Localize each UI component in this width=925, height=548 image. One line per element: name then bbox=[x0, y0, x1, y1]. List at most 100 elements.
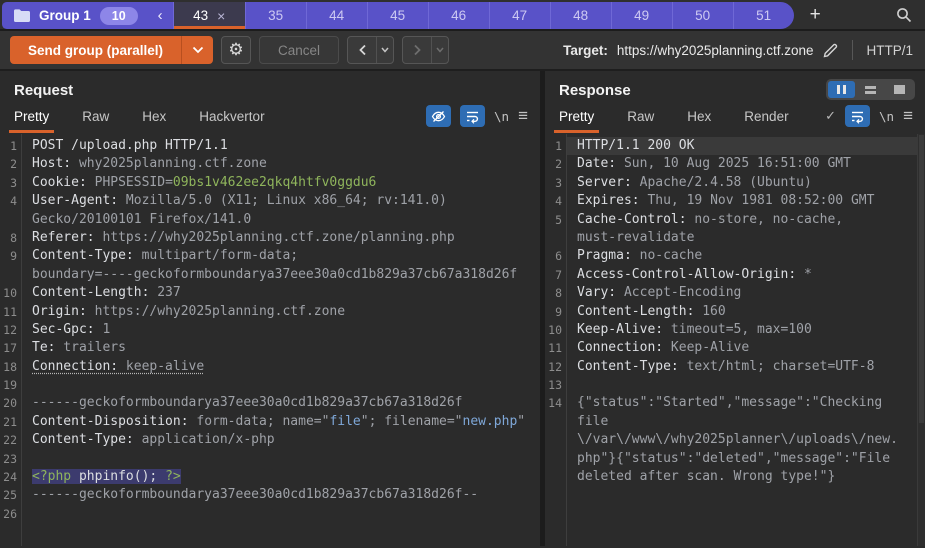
line-number: 4 bbox=[555, 194, 562, 209]
add-tab-button[interactable]: + bbox=[798, 0, 833, 29]
check-icon[interactable]: ✓ bbox=[825, 108, 836, 124]
word-wrap-button[interactable] bbox=[845, 105, 871, 127]
view-tab-raw[interactable]: Raw bbox=[627, 103, 654, 133]
tab-35[interactable]: 35 bbox=[244, 2, 306, 29]
single-layout-button[interactable] bbox=[886, 81, 913, 98]
code-line: 17 Te: trailers bbox=[0, 339, 540, 357]
menu-icon[interactable]: ≡ bbox=[903, 107, 913, 124]
layout-switcher bbox=[826, 79, 915, 100]
code-line: 8 Referer: https://why2025planning.ctf.zo… bbox=[0, 229, 540, 247]
code-line: 1 POST /upload.php HTTP/1.1 bbox=[0, 137, 540, 155]
line-number bbox=[545, 413, 562, 431]
menu-icon[interactable]: ≡ bbox=[518, 107, 528, 124]
line-number: 17 bbox=[3, 341, 17, 356]
line-number: 20 bbox=[3, 396, 17, 411]
single-layout-icon bbox=[894, 85, 905, 94]
chevron-down-icon bbox=[192, 46, 204, 54]
tab-50[interactable]: 50 bbox=[671, 2, 733, 29]
cancel-button[interactable]: Cancel bbox=[259, 36, 340, 64]
view-tab-pretty[interactable]: Pretty bbox=[8, 103, 55, 133]
line-number: 10 bbox=[548, 322, 562, 337]
send-group-split-button: Send group (parallel) bbox=[10, 36, 214, 64]
tab-51[interactable]: 51 bbox=[732, 2, 794, 29]
send-group-button[interactable]: Send group (parallel) bbox=[10, 36, 181, 64]
code-line: 9 Content-Type: multipart/form-data; bbox=[0, 247, 540, 265]
chevron-down-icon bbox=[436, 47, 444, 53]
tab-48[interactable]: 48 bbox=[549, 2, 611, 29]
tab-46[interactable]: 46 bbox=[427, 2, 489, 29]
collapse-group-button[interactable]: ‹ bbox=[148, 2, 173, 29]
columns-layout-button[interactable] bbox=[828, 81, 855, 98]
view-tab-hex[interactable]: Hex bbox=[687, 103, 711, 133]
close-tab-icon[interactable]: × bbox=[217, 9, 225, 23]
line-number bbox=[0, 266, 17, 284]
line-number bbox=[545, 468, 562, 486]
line-number: 1 bbox=[10, 139, 17, 153]
code-line: \/var\/www\/why2025planner\/uploads\/new… bbox=[545, 431, 925, 449]
show-newlines-toggle[interactable]: \n bbox=[879, 109, 894, 124]
line-number: 10 bbox=[3, 286, 17, 301]
code-line: 20 ------geckoformboundarya37eee30a0cd1b8… bbox=[0, 394, 540, 412]
folder-icon bbox=[14, 9, 30, 22]
back-button[interactable] bbox=[348, 37, 376, 63]
line-number: 11 bbox=[548, 341, 562, 356]
line-number: 23 bbox=[3, 451, 17, 466]
code-line: must-revalidate bbox=[545, 229, 925, 247]
line-number: 8 bbox=[555, 286, 562, 301]
wrap-text-icon bbox=[465, 109, 480, 124]
chevron-left-icon bbox=[358, 44, 367, 56]
line-number: 2 bbox=[10, 157, 17, 172]
tab-47[interactable]: 47 bbox=[488, 2, 550, 29]
tab-44[interactable]: 44 bbox=[305, 2, 367, 29]
code-line: 9 Content-Length: 160 bbox=[545, 303, 925, 321]
view-tab-hackvertor[interactable]: Hackvertor bbox=[199, 103, 264, 133]
code-line: 26 bbox=[0, 505, 540, 523]
show-newlines-toggle[interactable]: \n bbox=[494, 109, 509, 124]
back-history-dropdown[interactable] bbox=[376, 37, 393, 63]
tab-group-header[interactable]: Group 1 10 bbox=[2, 2, 148, 29]
request-editor[interactable]: 1 POST /upload.php HTTP/1.1 2 Host: why2025… bbox=[0, 134, 540, 546]
code-line: 1 HTTP/1.1 200 OK bbox=[545, 137, 925, 156]
tab-49[interactable]: 49 bbox=[610, 2, 672, 29]
code-line: boundary=----geckoformboundarya37eee30a0… bbox=[0, 266, 540, 284]
edit-target-button[interactable] bbox=[822, 42, 839, 59]
tab-43-active[interactable]: 43 × bbox=[172, 2, 245, 29]
code-line: 8 Vary: Accept-Encoding bbox=[545, 284, 925, 302]
word-wrap-button[interactable] bbox=[460, 105, 486, 127]
line-number: 19 bbox=[3, 378, 17, 393]
code-line: 7 Access-Control-Allow-Origin: * bbox=[545, 266, 925, 284]
code-line: 10 Content-Length: 237 bbox=[0, 284, 540, 302]
view-tab-pretty[interactable]: Pretty bbox=[553, 103, 600, 133]
code-line: 22 Content-Type: application/x-php bbox=[0, 431, 540, 449]
response-editor[interactable]: 1 HTTP/1.1 200 OK 2 Date: Sun, 10 Aug 2025 … bbox=[545, 134, 925, 546]
view-tab-hex[interactable]: Hex bbox=[142, 103, 166, 133]
view-tab-raw[interactable]: Raw bbox=[82, 103, 109, 133]
code-line: 4 User-Agent: Mozilla/5.0 (X11; Linux x86… bbox=[0, 192, 540, 210]
hidden-items-button[interactable] bbox=[426, 105, 452, 127]
code-line: file bbox=[545, 413, 925, 431]
request-panel: Request Pretty Raw Hex Hackvertor \n ≡ 1… bbox=[0, 71, 540, 546]
code-line: 2 Date: Sun, 10 Aug 2025 16:51:00 GMT bbox=[545, 155, 925, 173]
target-url: https://why2025planning.ctf.zone bbox=[616, 42, 814, 58]
code-line: 4 Expires: Thu, 19 Nov 1981 08:52:00 GMT bbox=[545, 192, 925, 210]
editor-split: Request Pretty Raw Hex Hackvertor \n ≡ 1… bbox=[0, 71, 925, 546]
forward-button[interactable] bbox=[403, 37, 431, 63]
forward-history-dropdown[interactable] bbox=[431, 37, 448, 63]
wrap-text-icon bbox=[850, 109, 865, 124]
view-tab-render[interactable]: Render bbox=[744, 103, 788, 133]
history-forward-group bbox=[402, 36, 450, 64]
search-button[interactable] bbox=[883, 0, 925, 29]
send-settings-button[interactable]: ⚙ bbox=[221, 36, 252, 64]
send-options-button[interactable] bbox=[181, 36, 213, 64]
code-line: 25 ------geckoformboundarya37eee30a0cd1b8… bbox=[0, 486, 540, 504]
code-line: 11 Origin: https://why2025planning.ctf.zo… bbox=[0, 303, 540, 321]
response-view-tabs: Pretty Raw Hex Render ✓ \n ≡ bbox=[553, 103, 913, 133]
code-line: 21 Content-Disposition: form-data; name="… bbox=[0, 413, 540, 431]
line-number: 3 bbox=[555, 175, 562, 190]
gear-icon: ⚙ bbox=[228, 40, 244, 59]
tab-45[interactable]: 45 bbox=[366, 2, 428, 29]
code-line: 2 Host: why2025planning.ctf.zone bbox=[0, 155, 540, 173]
scrollbar[interactable] bbox=[917, 134, 925, 546]
rows-layout-button[interactable] bbox=[857, 81, 884, 98]
code-line: 12 Sec-Gpc: 1 bbox=[0, 321, 540, 339]
